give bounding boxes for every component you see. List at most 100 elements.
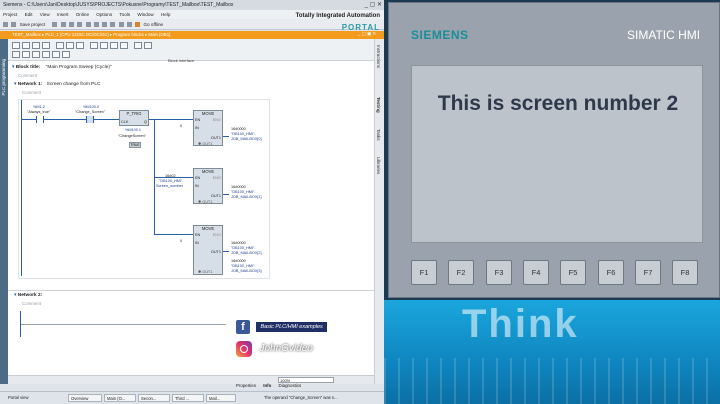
toolbar-icon-6[interactable] <box>66 42 74 49</box>
toolbar-icon-4[interactable] <box>42 42 50 49</box>
download-icon[interactable] <box>118 22 124 28</box>
f7-key[interactable]: F7 <box>635 260 661 285</box>
move-block-2[interactable]: MOVE EN ENO IN OUT1 ✱ OUT1 <box>193 168 223 204</box>
toolbar-icon-2[interactable] <box>22 42 30 49</box>
contact-1[interactable] <box>36 116 44 123</box>
f8-key[interactable]: F8 <box>672 260 698 285</box>
move-3-out1: OUT1 <box>210 250 221 254</box>
move-1-add-out[interactable]: ✱ OUT1 <box>198 141 212 146</box>
cut-icon[interactable] <box>60 22 66 28</box>
toolbar-icon-12[interactable] <box>134 42 142 49</box>
empty-rung[interactable] <box>21 324 226 325</box>
portal-view-button[interactable]: Portal view <box>6 394 52 402</box>
taskbar-item-main[interactable]: Main (O... <box>104 394 136 402</box>
close-branch-icon[interactable] <box>62 51 70 58</box>
tab-libraries[interactable]: Libraries <box>376 157 381 174</box>
f2-key[interactable]: F2 <box>448 260 474 285</box>
contact-nc-icon[interactable] <box>22 51 30 58</box>
left-sidebar-tab[interactable]: PLC programming <box>0 39 8 384</box>
menu-insert[interactable]: Insert <box>57 12 69 17</box>
save-project-button[interactable]: Save project <box>20 22 46 27</box>
open-branch-icon[interactable] <box>52 51 60 58</box>
facebook-badge: f Basic PLC/HMI examples <box>236 318 327 334</box>
move-1-eno: ENO <box>212 118 221 122</box>
move-2-add-out[interactable]: ✱ OUT1 <box>198 199 212 204</box>
instagram-label: JohnGvideo <box>259 343 313 355</box>
block-comment[interactable]: Comment <box>18 73 37 78</box>
go-offline-button[interactable]: Go offline <box>143 22 163 27</box>
taskbar-item-mail[interactable]: Mail... <box>206 394 236 402</box>
toolbar-icon-5[interactable] <box>56 42 64 49</box>
move-3-in-value: 0 <box>180 239 183 243</box>
delete-icon[interactable] <box>85 22 91 28</box>
taskbar-item-overview[interactable]: Overview <box>68 394 102 402</box>
left-tab-label: PLC programming <box>1 59 6 96</box>
window-controls[interactable]: _ ▢ ✕ <box>365 1 382 8</box>
toolbar-icon-7[interactable] <box>76 42 84 49</box>
move-block-3[interactable]: MOVE EN ENO IN OUT1 ✱ OUT1 <box>193 225 223 275</box>
print-icon[interactable] <box>52 22 58 28</box>
menu-options[interactable]: Options <box>96 12 112 17</box>
open-project-icon[interactable] <box>11 22 17 28</box>
copy-icon[interactable] <box>68 22 74 28</box>
move-block-1[interactable]: MOVE EN ENO IN OUT1 ✱ OUT1 <box>193 110 223 146</box>
hmi-screen[interactable]: This is screen number 2 <box>411 65 703 243</box>
toolbar-icon-8[interactable] <box>90 42 98 49</box>
facebook-icon: f <box>236 319 250 334</box>
toolbar-icon-9[interactable] <box>100 42 108 49</box>
tab-instructions[interactable]: Instructions <box>376 45 381 68</box>
properties-tab[interactable]: Properties <box>236 383 256 388</box>
wire <box>22 119 36 120</box>
network-1-comment[interactable]: Comment <box>22 90 41 95</box>
toolbar-icon-11[interactable] <box>120 42 128 49</box>
tab-tasks[interactable]: Tasks <box>376 129 381 141</box>
ptrig-block[interactable]: P_TRIG CLK Q <box>119 110 149 126</box>
contact-2-name: "Change_Screen" <box>75 110 106 114</box>
paste-icon[interactable] <box>77 22 83 28</box>
block-interface-toggle[interactable]: Block interface <box>168 58 194 63</box>
contact-1-addr: %M1.2 <box>33 105 45 109</box>
move-2-title: MOVE <box>201 169 215 174</box>
network-1-ladder[interactable]: %M1.2 "Always_true" %M100.0 "Change_Scre… <box>18 99 270 279</box>
editor-window-controls[interactable]: _ ▢ ▣ ✕ <box>358 31 376 37</box>
menu-view[interactable]: View <box>40 12 50 17</box>
diagnostics-tab[interactable]: Diagnostics <box>279 383 302 388</box>
upload-icon[interactable] <box>126 22 132 28</box>
move-2-in: IN <box>195 184 199 188</box>
move-2-out: OUT1 <box>210 194 221 198</box>
menu-window[interactable]: Window <box>137 12 153 17</box>
coil-icon[interactable] <box>32 51 40 58</box>
move-3-add-out[interactable]: ✱ OUT1 <box>198 269 212 274</box>
undo-icon[interactable] <box>93 22 99 28</box>
f3-key[interactable]: F3 <box>486 260 512 285</box>
box-icon[interactable] <box>42 51 50 58</box>
taskbar-item-second[interactable]: Secon... <box>138 394 170 402</box>
block-title-text[interactable]: "Main Program Sweep (Cycle)" <box>46 65 112 70</box>
go-online-icon[interactable] <box>135 22 141 28</box>
contact-no-icon[interactable] <box>12 51 20 58</box>
network-2-comment[interactable]: Comment <box>22 301 41 306</box>
wire <box>223 136 229 137</box>
new-project-icon[interactable] <box>3 22 8 28</box>
tab-testing[interactable]: Testing <box>376 97 381 113</box>
menu-edit[interactable]: Edit <box>25 12 33 17</box>
toolbar-icon-3[interactable] <box>32 42 40 49</box>
menu-project[interactable]: Project <box>3 12 17 17</box>
redo-icon[interactable] <box>102 22 108 28</box>
breadcrumb-path[interactable]: TEST_Mailbox ▸ PLC_1 [CPU 1215C DC/DC/DC… <box>12 32 170 37</box>
f1-key[interactable]: F1 <box>411 260 437 285</box>
contact-2[interactable] <box>86 116 94 123</box>
toolbar-icon-13[interactable] <box>144 42 152 49</box>
compile-icon[interactable] <box>110 22 116 28</box>
menu-help[interactable]: Help <box>161 12 170 17</box>
menu-online[interactable]: Online <box>76 12 89 17</box>
toolbar-icon-1[interactable] <box>12 42 20 49</box>
menu-tools[interactable]: Tools <box>119 12 130 17</box>
f4-key[interactable]: F4 <box>523 260 549 285</box>
f6-key[interactable]: F6 <box>598 260 624 285</box>
f5-key[interactable]: F5 <box>560 260 586 285</box>
info-tab[interactable]: Info <box>263 383 271 388</box>
toolbar-icon-10[interactable] <box>110 42 118 49</box>
taskbar-item-third[interactable]: Third ... <box>172 394 204 402</box>
network-1-title[interactable]: Screen change from PLC <box>47 82 101 87</box>
